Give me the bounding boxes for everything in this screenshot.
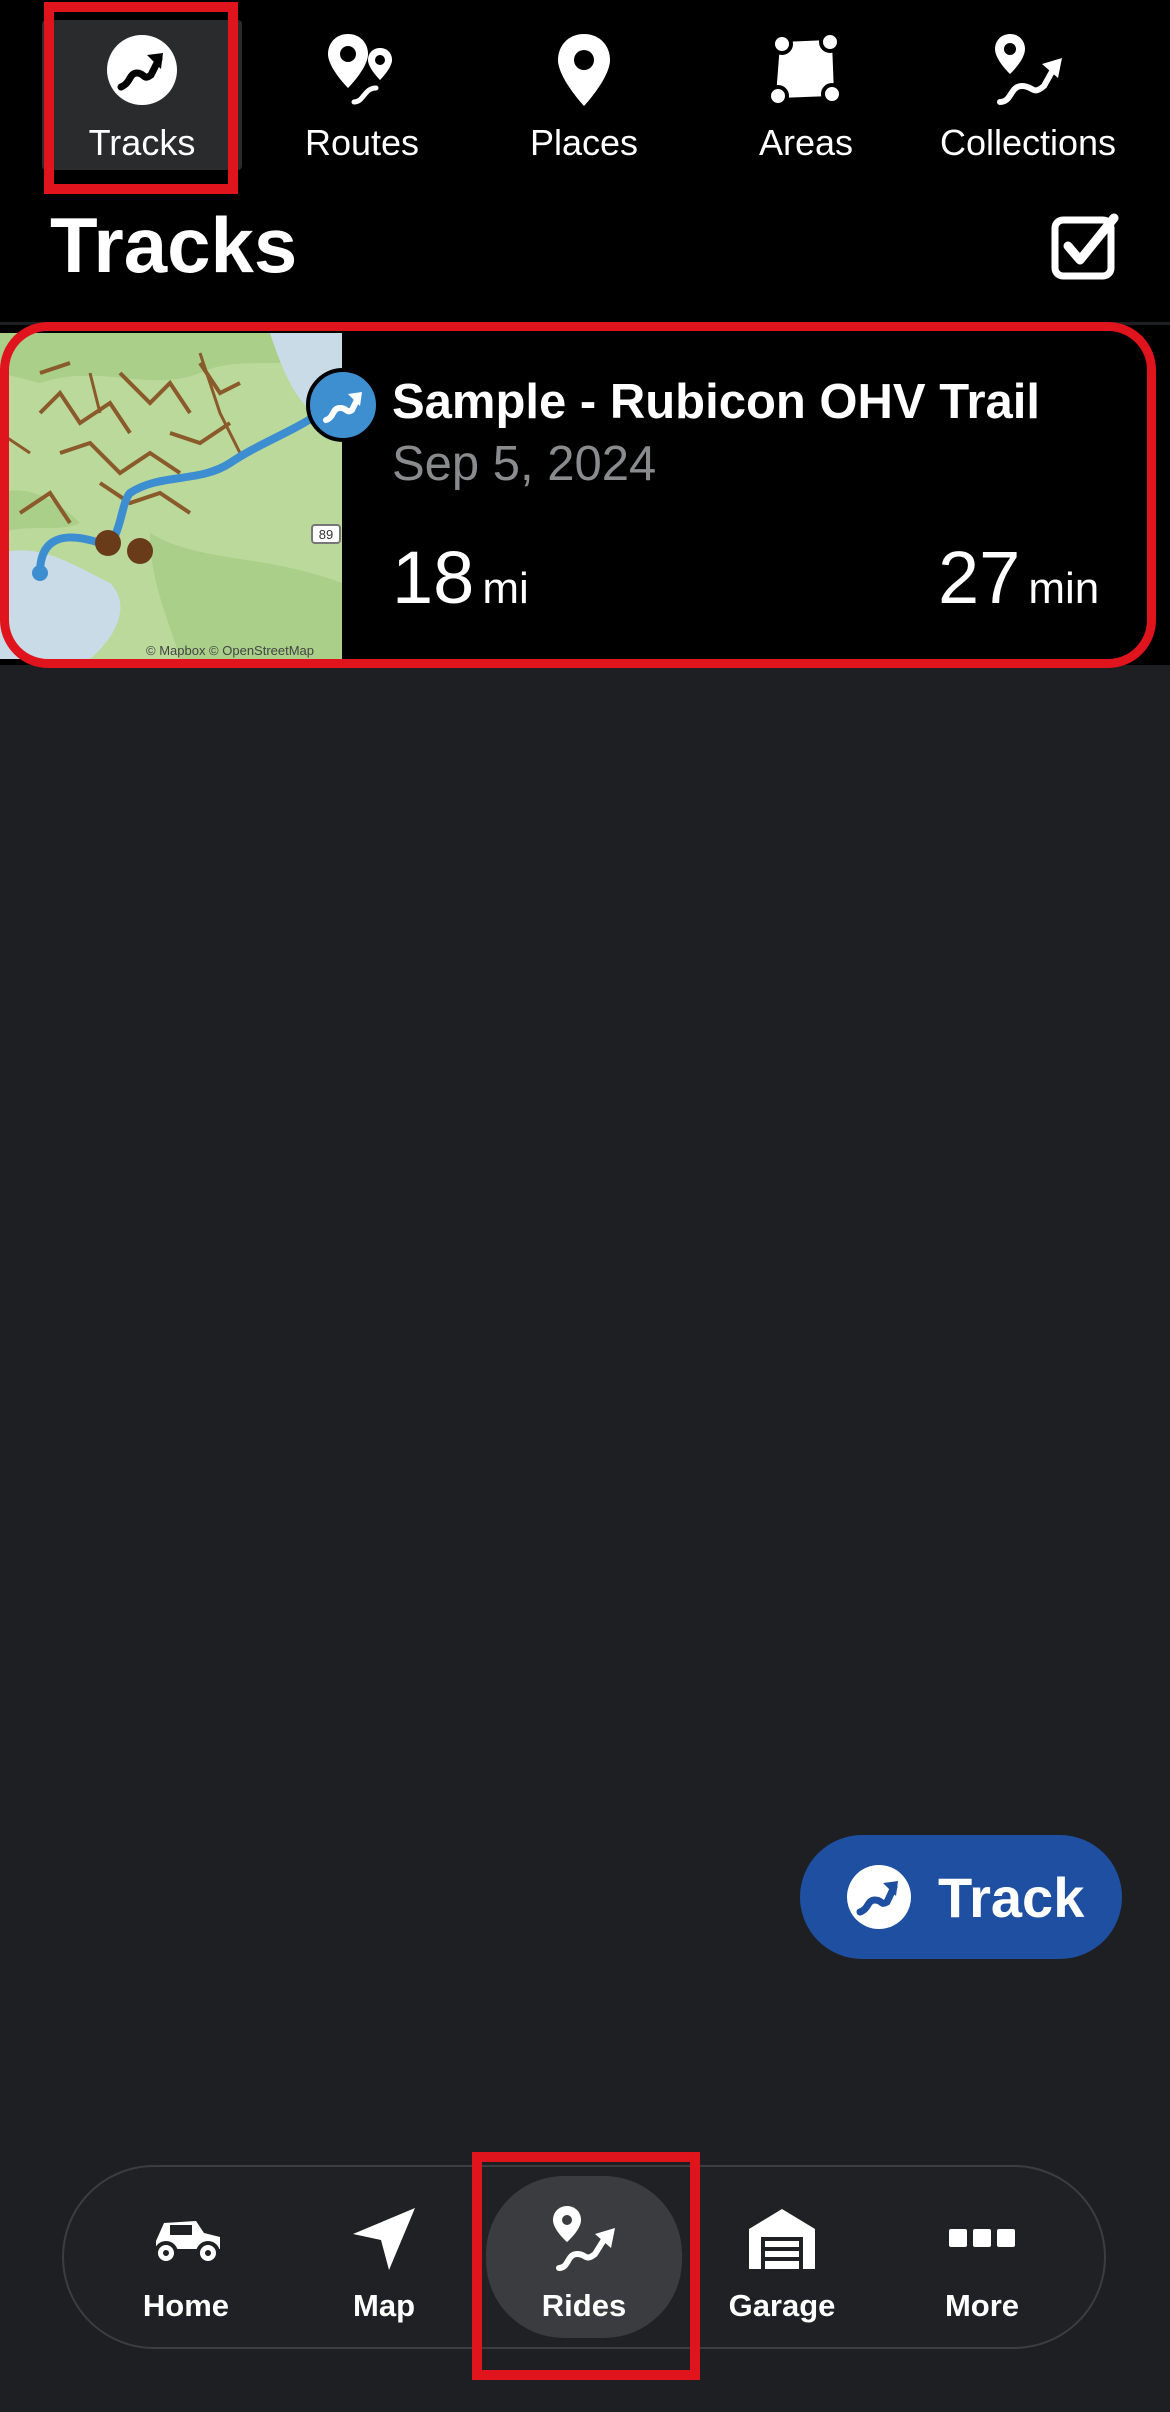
nav-garage[interactable]: Garage — [684, 2176, 880, 2338]
map-pin-icon — [546, 32, 622, 108]
nav-label: More — [944, 2288, 1020, 2323]
page-title: Tracks — [50, 201, 298, 289]
fab-label: Track — [938, 1865, 1085, 1929]
tab-places[interactable]: Places — [484, 20, 684, 170]
start-track-button[interactable]: Track — [800, 1835, 1122, 1959]
more-dots-icon — [941, 2198, 1023, 2280]
nav-more[interactable]: More — [884, 2176, 1080, 2338]
utv-vehicle-icon — [145, 2198, 227, 2280]
nav-map[interactable]: Map — [286, 2176, 482, 2338]
route-pins-icon — [324, 32, 400, 108]
nav-label: Map — [353, 2288, 415, 2323]
tab-label: Collections — [939, 122, 1117, 163]
tab-collections[interactable]: Collections — [928, 20, 1128, 170]
tab-label: Routes — [304, 122, 420, 163]
track-arrow-icon — [846, 1864, 912, 1930]
garage-icon — [741, 2198, 823, 2280]
nav-label: Garage — [728, 2288, 836, 2323]
tab-label: Areas — [758, 122, 854, 163]
checkbox-checked-icon[interactable] — [1050, 212, 1120, 282]
nav-home[interactable]: Home — [88, 2176, 284, 2338]
tracks-tab-highlight — [44, 2, 238, 194]
nav-label: Home — [142, 2288, 230, 2323]
area-polygon-icon — [768, 32, 844, 108]
collection-route-icon — [990, 32, 1066, 108]
tab-routes[interactable]: Routes — [262, 20, 462, 170]
track-item-highlight — [0, 322, 1156, 668]
navigation-arrow-icon — [343, 2198, 425, 2280]
tab-areas[interactable]: Areas — [706, 20, 906, 170]
rides-tab-highlight — [472, 2152, 700, 2380]
top-bar: Tracks Routes Places Areas Collections T… — [0, 0, 1170, 322]
tab-label: Places — [529, 122, 639, 163]
